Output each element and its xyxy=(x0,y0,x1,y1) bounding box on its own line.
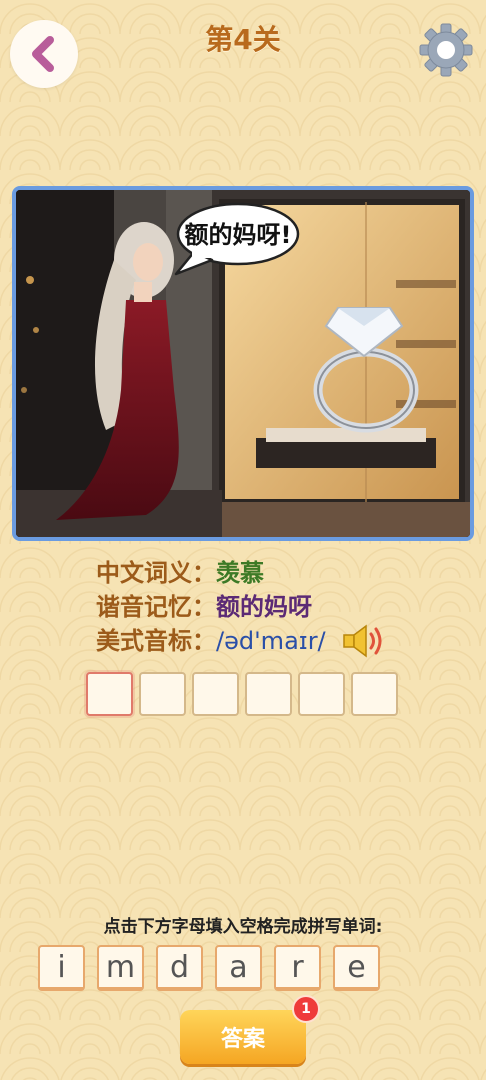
answer-slot[interactable] xyxy=(139,672,186,716)
answer-slot[interactable] xyxy=(192,672,239,716)
answer-slot[interactable] xyxy=(245,672,292,716)
level-title: 第4关 xyxy=(205,23,281,56)
answer-slots xyxy=(86,672,398,716)
memory-label: 谐音记忆： xyxy=(96,593,216,621)
speech-bubble-text: 额的妈呀! xyxy=(185,221,292,249)
memory-value: 额的妈呀 xyxy=(216,593,312,621)
letter-tiles: i m d a r e xyxy=(38,945,380,991)
answer-slot[interactable] xyxy=(298,672,345,716)
speaker-icon xyxy=(342,624,382,658)
letter-tile[interactable]: a xyxy=(215,945,262,991)
scene-illustration: 额的妈呀! xyxy=(12,186,474,541)
answer-button[interactable]: 答案 xyxy=(180,1010,306,1064)
word-info: 中文词义： 羡慕 谐音记忆： 额的妈呀 美式音标： /əd'maɪr/ xyxy=(96,556,386,658)
phonetic-label: 美式音标： xyxy=(96,627,216,655)
letter-tile[interactable]: r xyxy=(274,945,321,991)
phonetic-value: /əd'maɪr/ xyxy=(216,627,326,655)
gear-icon xyxy=(419,23,473,77)
letter-tile[interactable]: m xyxy=(97,945,144,991)
answer-slot[interactable] xyxy=(351,672,398,716)
instruction-text: 点击下方字母填入空格完成拼写单词: xyxy=(103,917,383,937)
memory-row: 谐音记忆： 额的妈呀 xyxy=(96,590,386,624)
meaning-row: 中文词义： 羡慕 xyxy=(96,556,386,590)
letter-tile[interactable]: d xyxy=(156,945,203,991)
settings-button[interactable] xyxy=(416,20,476,80)
letter-tile[interactable]: e xyxy=(333,945,380,991)
answer-slot[interactable] xyxy=(86,672,133,716)
hint-count-badge: 1 xyxy=(292,995,320,1023)
letter-tile[interactable]: i xyxy=(38,945,85,991)
phonetic-row: 美式音标： /əd'maɪr/ xyxy=(96,624,386,658)
meaning-value: 羡慕 xyxy=(216,559,264,587)
speaker-button[interactable] xyxy=(340,623,386,659)
meaning-label: 中文词义： xyxy=(96,559,216,587)
illustration-image: 额的妈呀! xyxy=(16,190,470,537)
